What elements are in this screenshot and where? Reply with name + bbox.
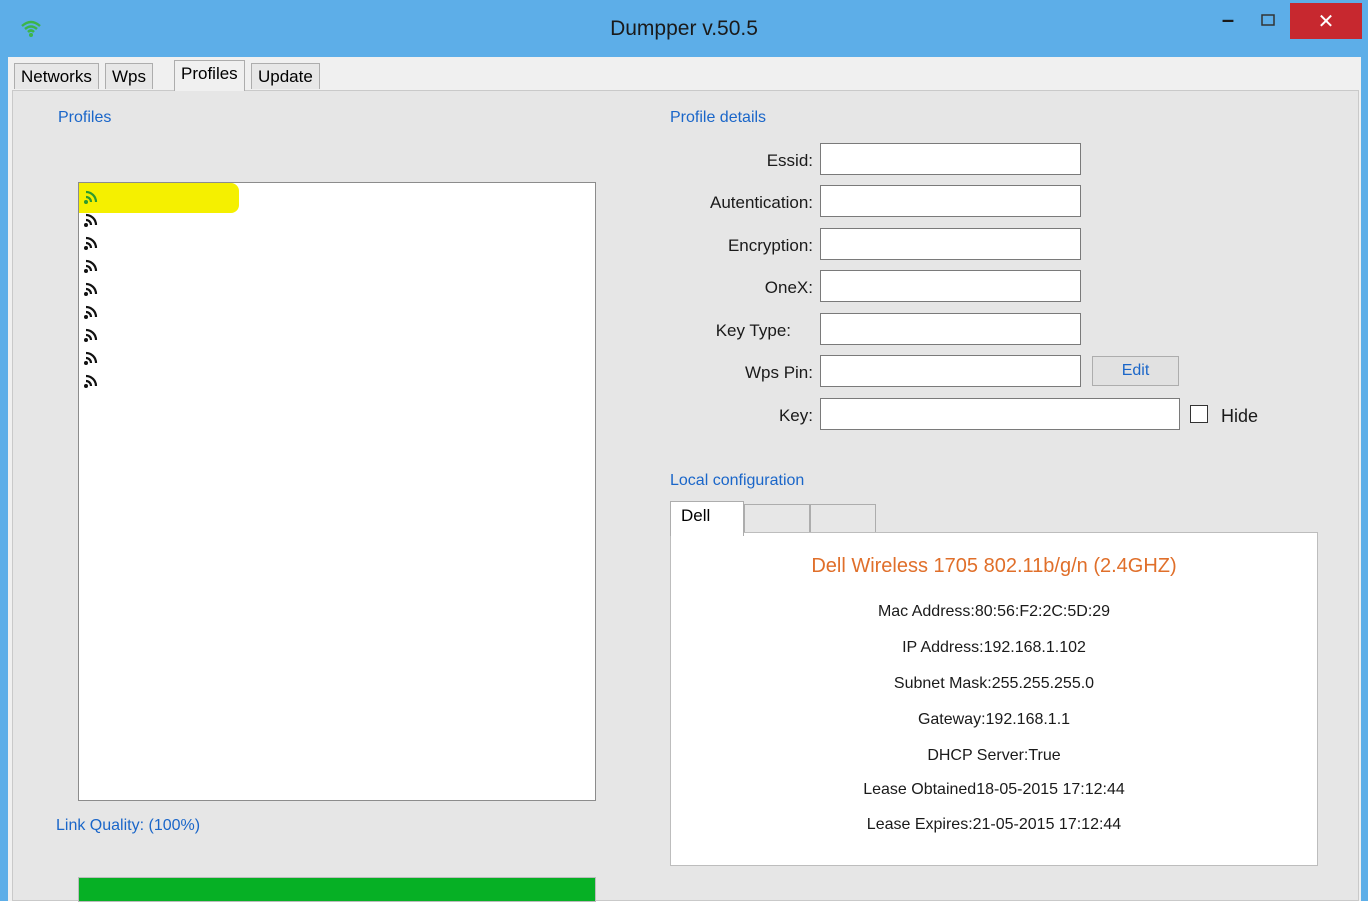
authentication-label: Autentication: (709, 193, 813, 212)
wifi-signal-icon (84, 351, 98, 365)
onex-label: OneX: (764, 278, 813, 297)
wifi-signal-icon (84, 213, 98, 227)
link-quality-fill (79, 878, 595, 901)
encryption-field[interactable] (820, 228, 1081, 260)
tab-adapter-3[interactable] (810, 504, 876, 532)
wps-pin-label: Wps Pin: (744, 363, 813, 382)
close-icon: ✕ (1317, 10, 1335, 33)
tab-adapter-2[interactable] (744, 504, 810, 532)
profile-list-item[interactable] (83, 327, 102, 343)
wifi-signal-icon (84, 305, 98, 319)
edit-button[interactable]: Edit (1092, 356, 1179, 386)
lease-expires: Lease Expires:21-05-2015 17:12:44 (866, 816, 1122, 833)
local-configuration-label: Local configuration (670, 472, 805, 489)
link-quality-label: Link Quality: (100%) (56, 817, 201, 834)
wifi-signal-icon (84, 374, 98, 388)
mac-address: Mac Address:80:56:F2:2C:5D:29 (877, 603, 1111, 620)
maximize-button[interactable] (1253, 4, 1283, 36)
profiles-group-label: Profiles (58, 109, 112, 126)
maximize-icon (1261, 14, 1275, 26)
tab-networks[interactable]: Networks (14, 63, 99, 89)
wifi-signal-icon (84, 328, 98, 342)
wifi-signal-icon (84, 236, 98, 250)
encryption-label: Encryption: (727, 236, 813, 255)
hide-checkbox[interactable] (1190, 405, 1208, 423)
wifi-signal-icon (84, 282, 98, 296)
tab-update[interactable]: Update (251, 63, 320, 89)
profile-list-item[interactable] (83, 373, 102, 389)
link-quality-bar (78, 877, 596, 902)
dhcp-server: DHCP Server:True (927, 747, 1061, 764)
profile-list-item[interactable] (83, 304, 102, 320)
profile-list-item[interactable] (83, 235, 102, 251)
profile-list-item[interactable] (83, 350, 102, 366)
key-label: Key: (778, 406, 813, 425)
window-title: Dumpper v.50.5 (610, 17, 758, 40)
profile-list-item[interactable] (83, 212, 102, 228)
tab-profiles[interactable]: Profiles (174, 60, 245, 91)
profile-details-label: Profile details (670, 109, 767, 126)
profiles-list[interactable] (78, 182, 596, 801)
subnet-mask: Subnet Mask:255.255.255.0 (893, 675, 1095, 692)
key-type-label: Key Type: (715, 321, 791, 340)
device-name: Dell Wireless 1705 802.11b/g/n (2.4GHZ) (811, 555, 1177, 577)
wps-pin-field[interactable] (820, 355, 1081, 387)
minimize-icon: – (1221, 7, 1235, 32)
wifi-signal-icon (84, 259, 98, 273)
client-area: Networks Wps Profiles Update Profiles Li… (8, 57, 1361, 902)
title-bar[interactable]: Dumpper v.50.5 – ✕ (0, 0, 1368, 57)
selected-highlight (79, 183, 239, 213)
profile-list-item[interactable] (83, 258, 102, 274)
profile-list-item[interactable] (83, 189, 102, 205)
onex-field[interactable] (820, 270, 1081, 302)
key-type-field[interactable] (820, 313, 1081, 345)
authentication-field[interactable] (820, 185, 1081, 217)
minimize-button[interactable]: – (1213, 4, 1243, 36)
app-window: Dumpper v.50.5 – ✕ Networks Wps Profiles… (0, 0, 1368, 902)
tab-dell[interactable]: Dell (670, 501, 744, 536)
gateway: Gateway:192.168.1.1 (917, 711, 1071, 728)
wifi-signal-icon (84, 190, 98, 204)
lease-obtained: Lease Obtained18-05-2015 17:12:44 (863, 781, 1125, 798)
hide-label: Hide (1221, 406, 1259, 426)
local-config-panel: Dell Wireless 1705 802.11b/g/n (2.4GHZ) … (670, 532, 1318, 866)
essid-label: Essid: (766, 151, 813, 170)
key-field[interactable] (820, 398, 1180, 430)
ip-address: IP Address:192.168.1.102 (902, 639, 1086, 656)
close-button[interactable]: ✕ (1290, 3, 1362, 39)
profile-list-item[interactable] (83, 281, 102, 297)
essid-field[interactable] (820, 143, 1081, 175)
tab-wps[interactable]: Wps (105, 63, 153, 89)
